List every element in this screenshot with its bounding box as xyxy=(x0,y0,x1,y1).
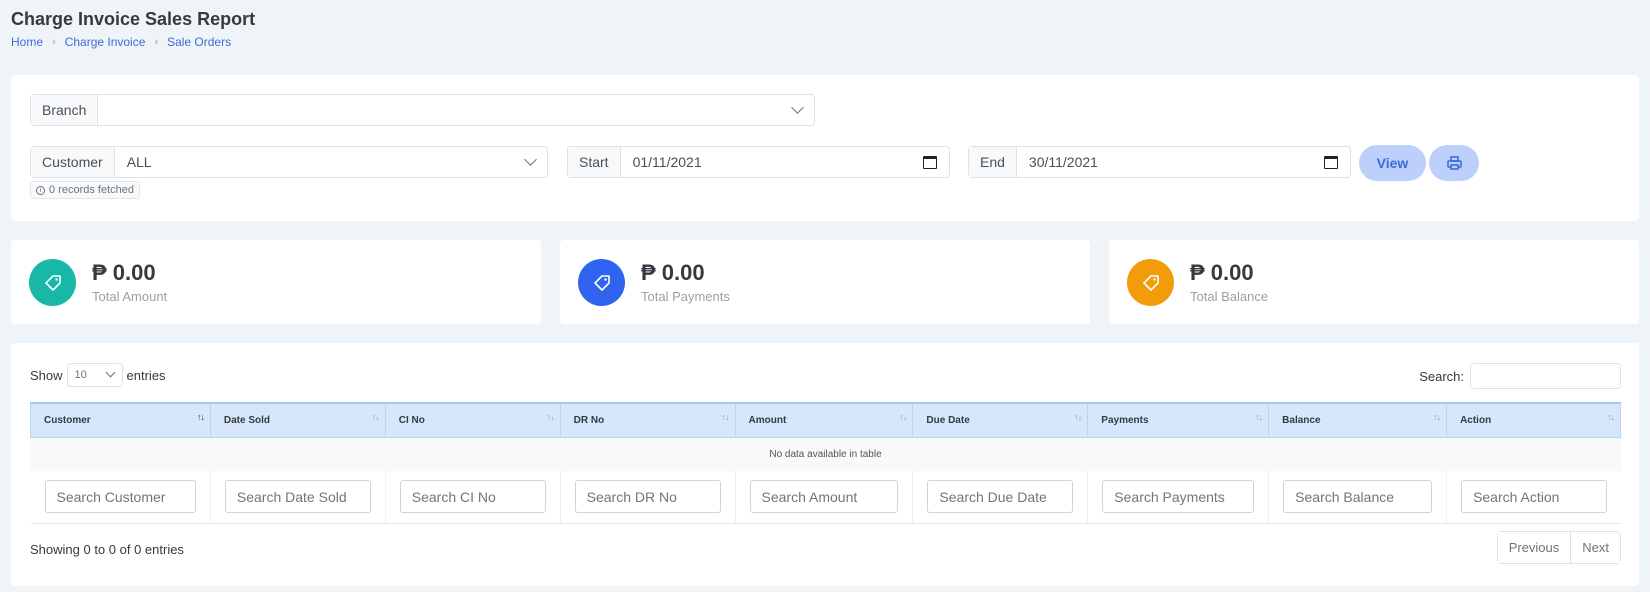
printer-icon xyxy=(1446,156,1462,170)
column-header-ci-no[interactable]: CI No ↑↓ xyxy=(384,402,561,438)
breadcrumb-sale-orders[interactable]: Sale Orders xyxy=(167,35,231,49)
column-header-action[interactable]: Action ↑↓ xyxy=(1446,402,1621,438)
search-due-date-input[interactable] xyxy=(927,480,1074,514)
info-icon: i xyxy=(36,185,45,195)
chevron-right-icon: › xyxy=(52,36,56,48)
search-label: Search: xyxy=(1419,368,1464,384)
column-header-date-sold[interactable]: Date Sold ↑↓ xyxy=(209,402,386,438)
column-header-due-date[interactable]: Due Date ↑↓ xyxy=(912,402,1089,438)
end-date-value: 30/11/2021 xyxy=(1028,154,1098,170)
sales-table: Customer ↑↓ Date Sold ↑↓ CI No ↑↓ DR No ↑↓ A… xyxy=(30,402,1621,524)
customer-value: ALL xyxy=(126,154,152,170)
total-payments-label: Total Payments xyxy=(641,289,730,304)
entries-label: entries xyxy=(126,367,166,383)
print-button[interactable] xyxy=(1429,145,1479,181)
column-filter-row xyxy=(30,471,1621,524)
column-label: Action xyxy=(1460,414,1492,426)
search-ci-no-input[interactable] xyxy=(399,480,546,514)
sort-icon: ↑↓ xyxy=(371,412,380,422)
sort-icon: ↑↓ xyxy=(721,412,730,422)
search-payments-input[interactable] xyxy=(1102,480,1255,514)
customer-label: Customer xyxy=(31,147,115,177)
view-button[interactable]: View xyxy=(1359,145,1426,181)
column-header-payments[interactable]: Payments ↑↓ xyxy=(1087,402,1270,438)
table-empty-row: No data available in table xyxy=(30,437,1621,471)
chevron-down-icon xyxy=(524,153,537,166)
sort-icon: ↑↓ xyxy=(1074,412,1082,422)
table-info: Showing 0 to 0 of 0 entries xyxy=(30,542,184,557)
empty-message: No data available in table xyxy=(30,437,1621,471)
column-label: Payments xyxy=(1101,414,1149,426)
table-card: Show 10 entries Search: Customer ↑↓ Date … xyxy=(11,343,1639,586)
sort-icon: ↑↓ xyxy=(1255,412,1263,422)
branch-label: Branch xyxy=(31,95,99,125)
column-header-dr-no[interactable]: DR No ↑↓ xyxy=(559,402,736,438)
sort-icon: ↑↓ xyxy=(546,412,555,422)
column-header-amount[interactable]: Amount ↑↓ xyxy=(734,402,914,438)
previous-page-button[interactable]: Previous xyxy=(1497,532,1571,563)
chevron-right-icon: › xyxy=(154,36,159,48)
column-label: CI No xyxy=(398,414,425,426)
search-customer-input[interactable] xyxy=(44,480,196,514)
column-label: Date Sold xyxy=(223,414,271,426)
column-label: DR No xyxy=(573,414,605,426)
total-balance-value: ₱ 0.00 xyxy=(1190,260,1254,285)
records-badge: i 0 records fetched xyxy=(30,181,140,199)
start-label: Start xyxy=(568,147,621,177)
total-amount-value: ₱ 0.00 xyxy=(92,260,156,285)
column-label: Balance xyxy=(1282,414,1321,426)
entries-length-value: 10 xyxy=(74,369,87,381)
tag-icon xyxy=(29,259,76,306)
sort-asc-icon: ↑↓ xyxy=(196,412,205,422)
column-label: Amount xyxy=(748,414,787,426)
stat-card-total-payments: ₱ 0.00 Total Payments xyxy=(560,240,1090,324)
column-header-balance[interactable]: Balance ↑↓ xyxy=(1268,402,1448,438)
calendar-icon[interactable] xyxy=(1324,155,1338,169)
next-page-button[interactable]: Next xyxy=(1570,532,1620,563)
column-header-customer[interactable]: Customer ↑↓ xyxy=(30,402,211,438)
search-balance-input[interactable] xyxy=(1283,480,1433,514)
pagination: Previous Next xyxy=(1496,531,1621,564)
chevron-down-icon xyxy=(791,101,804,114)
breadcrumb-charge-invoice[interactable]: Charge Invoice xyxy=(65,35,146,49)
total-payments-value: ₱ 0.00 xyxy=(641,260,705,285)
sort-icon: ↑↓ xyxy=(1607,412,1615,422)
table-search: Search: xyxy=(1419,363,1621,389)
column-label: Customer xyxy=(44,414,91,426)
total-balance-label: Total Balance xyxy=(1190,289,1269,304)
customer-select[interactable]: Customer ALL xyxy=(30,146,548,178)
start-date-value: 01/11/2021 xyxy=(632,154,702,170)
total-amount-label: Total Amount xyxy=(92,289,168,304)
chevron-down-icon xyxy=(105,367,115,378)
search-action-input[interactable] xyxy=(1461,480,1607,514)
sort-icon: ↑↓ xyxy=(1433,412,1441,422)
end-label: End xyxy=(969,147,1017,177)
breadcrumb: Home › Charge Invoice › Sale Orders xyxy=(11,35,231,49)
branch-select[interactable]: Branch xyxy=(30,94,815,126)
search-amount-input[interactable] xyxy=(749,480,899,514)
sort-icon: ↑↓ xyxy=(899,412,907,422)
show-label: Show xyxy=(30,367,63,383)
show-entries: Show 10 entries xyxy=(30,363,166,387)
entries-length-select[interactable]: 10 xyxy=(66,363,123,387)
page-title: Charge Invoice Sales Report xyxy=(11,9,256,29)
search-dr-no-input[interactable] xyxy=(574,480,721,514)
stat-card-total-balance: ₱ 0.00 Total Balance xyxy=(1109,240,1639,324)
search-date-sold-input[interactable] xyxy=(224,480,371,514)
tag-icon xyxy=(1127,259,1174,306)
end-date-field[interactable]: End 30/11/2021 xyxy=(968,146,1351,178)
records-text: 0 records fetched xyxy=(49,184,134,196)
table-header-row: Customer ↑↓ Date Sold ↑↓ CI No ↑↓ DR No ↑↓ A… xyxy=(30,402,1621,438)
search-input[interactable] xyxy=(1470,363,1621,389)
stat-card-total-amount: ₱ 0.00 Total Amount xyxy=(11,240,541,324)
start-date-field[interactable]: Start 01/11/2021 xyxy=(567,146,950,178)
tag-icon xyxy=(578,259,625,306)
breadcrumb-home[interactable]: Home xyxy=(11,35,43,49)
column-label: Due Date xyxy=(926,414,970,426)
calendar-icon[interactable] xyxy=(923,155,937,169)
